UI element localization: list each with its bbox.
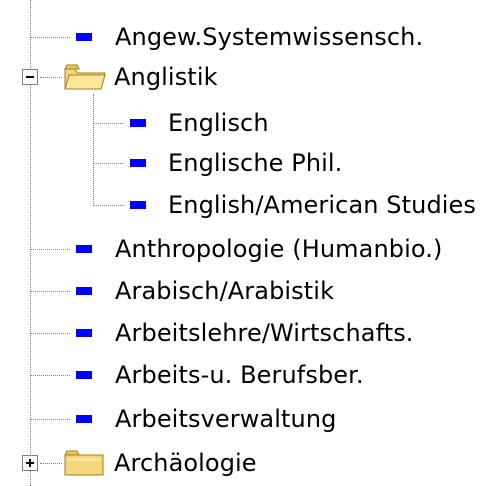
- tree-item-arbeitslehre-wirtschafts[interactable]: Arbeitslehre/Wirtschafts.: [115, 310, 414, 356]
- tree-item-label: Arbeitsverwaltung: [115, 405, 337, 433]
- folder-open-icon: [64, 64, 106, 90]
- tree-connector-horizontal: [30, 37, 70, 38]
- blue-square-icon: [76, 329, 92, 337]
- blue-square-icon: [130, 119, 146, 127]
- collapse-toggle-icon[interactable]: [22, 69, 38, 85]
- tree-connector-horizontal: [40, 77, 62, 78]
- tree-item-label: Angew.Systemwissensch.: [115, 23, 424, 51]
- tree-item-label: Englische Phil.: [168, 149, 343, 177]
- tree-item-label: Archäologie: [114, 449, 257, 477]
- blue-square-icon: [130, 201, 146, 209]
- tree-item-label: Englisch: [168, 109, 269, 137]
- tree-item-anthropologie[interactable]: Anthropologie (Humanbio.): [115, 226, 442, 272]
- tree-item-label: Anthropologie (Humanbio.): [115, 235, 443, 263]
- folder-icon: [64, 450, 104, 476]
- tree-item-arbeits-u-berufsber[interactable]: Arbeits-u. Berufsber.: [115, 352, 364, 398]
- tree-connector-horizontal: [30, 249, 70, 250]
- tree-connector-horizontal: [93, 123, 123, 124]
- tree-item-arabisch-arabistik[interactable]: Arabisch/Arabistik: [115, 268, 334, 314]
- tree-item-arbeitsverwaltung[interactable]: Arbeitsverwaltung: [115, 396, 336, 442]
- blue-square-icon: [76, 245, 92, 253]
- tree-connector-vertical-children: [93, 94, 94, 206]
- blue-square-icon: [76, 33, 92, 41]
- tree-connector-horizontal: [30, 375, 70, 376]
- tree-item-label: Arabisch/Arabistik: [115, 277, 335, 305]
- tree-item-label: Arbeitslehre/Wirtschafts.: [115, 319, 414, 347]
- tree-connector-horizontal: [93, 205, 123, 206]
- tree-item-archaeologie[interactable]: Archäologie: [114, 440, 257, 486]
- blue-square-icon: [76, 371, 92, 379]
- tree-connector-horizontal: [93, 163, 123, 164]
- expand-toggle-icon[interactable]: [22, 455, 38, 471]
- tree-connector-horizontal: [30, 419, 70, 420]
- tree-connector-horizontal: [30, 333, 70, 334]
- blue-square-icon: [76, 415, 92, 423]
- blue-square-icon: [130, 159, 146, 167]
- tree-item-label: Anglistik: [114, 63, 218, 91]
- tree-connector-horizontal: [30, 291, 70, 292]
- tree-item-anglistik[interactable]: Anglistik: [114, 54, 218, 100]
- tree-item-label: English/American Studies: [168, 191, 477, 219]
- tree-connector-horizontal: [40, 463, 62, 464]
- tree-item-englische-phil[interactable]: Englische Phil.: [168, 140, 342, 186]
- blue-square-icon: [76, 287, 92, 295]
- tree-view: Angew.Systemwissensch. Anglistik Englisc…: [0, 0, 489, 486]
- tree-item-english-american-studies[interactable]: English/American Studies: [168, 182, 476, 228]
- tree-item-label: Arbeits-u. Berufsber.: [115, 361, 364, 389]
